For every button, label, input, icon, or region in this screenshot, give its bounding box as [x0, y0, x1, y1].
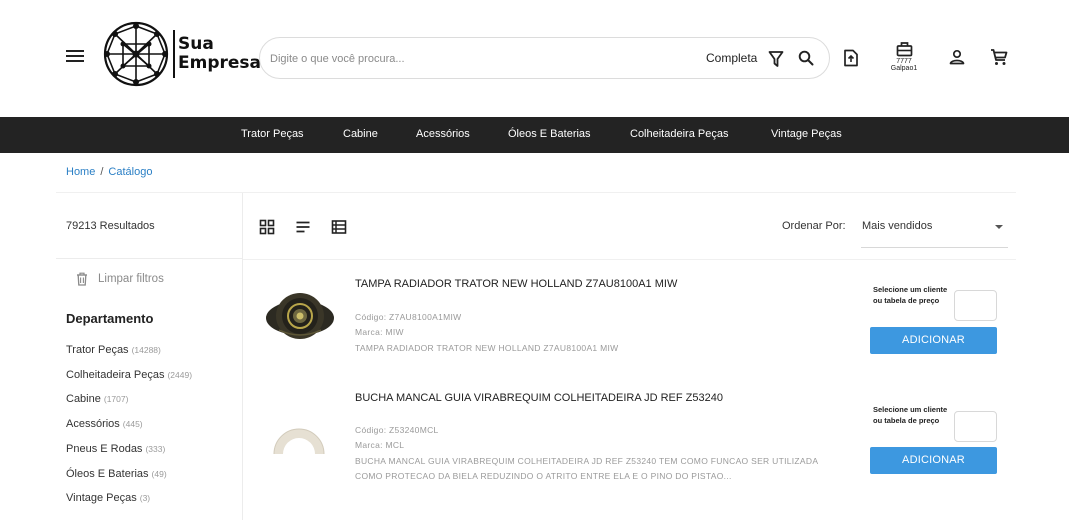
site-header: Sua Empresa Completa 7777 Galpao1: [0, 0, 1069, 117]
department-filter-item[interactable]: Vintage Peças (3): [66, 492, 150, 504]
department-count: (2449): [167, 370, 193, 380]
nav-item-oleos-baterias[interactable]: Óleos E Baterias: [508, 128, 591, 140]
product-description: BUCHA MANCAL GUIA VIRABREQUIM COLHEITADE…: [355, 456, 818, 481]
product-description: TAMPA RADIADOR TRATOR NEW HOLLAND Z7AU81…: [355, 343, 619, 353]
department-name: Vintage Peças: [66, 492, 137, 504]
nav-item-colheitadeira-pecas[interactable]: Colheitadeira Peças: [630, 128, 728, 140]
cart-icon[interactable]: [990, 48, 1008, 66]
department-count: (333): [145, 444, 166, 454]
chevron-down-icon: [995, 225, 1003, 229]
filter-icon[interactable]: [768, 50, 784, 68]
department-filter-item[interactable]: Cabine (1707): [66, 393, 128, 405]
clear-filters-label: Limpar filtros: [98, 273, 164, 285]
quantity-input[interactable]: [954, 290, 997, 321]
add-to-cart-button[interactable]: ADICIONAR: [870, 447, 997, 474]
breadcrumb-current[interactable]: Catálogo: [108, 166, 152, 178]
brand-line-1: Sua: [178, 34, 214, 54]
department-count: (1707): [103, 394, 129, 404]
menu-icon[interactable]: [66, 50, 84, 64]
department-count: (14288): [131, 345, 161, 355]
product-brand: Marca: MIW: [355, 327, 404, 337]
category-nav: Trator Peças Cabine Acessórios Óleos E B…: [0, 117, 1069, 153]
divider: [243, 259, 1016, 260]
results-count: 79213 Resultados: [66, 220, 155, 232]
sort-value: Mais vendidos: [862, 220, 933, 232]
department-filter-item[interactable]: Colheitadeira Peças (2449): [66, 369, 192, 381]
nav-item-cabine[interactable]: Cabine: [343, 128, 378, 140]
product-code: Código: Z7AU8100A1MIW: [355, 312, 462, 322]
store-label[interactable]: 7777 Galpao1: [880, 58, 928, 72]
department-filter-item[interactable]: Óleos E Baterias (49): [66, 468, 167, 480]
search-icon[interactable]: [798, 50, 814, 66]
nav-item-trator-pecas[interactable]: Trator Peças: [241, 128, 304, 140]
nav-item-vintage-pecas[interactable]: Vintage Peças: [771, 128, 842, 140]
department-title: Departamento: [66, 311, 154, 326]
department-name: Pneus E Rodas: [66, 443, 143, 455]
department-filter-item[interactable]: Acessórios (445): [66, 418, 143, 430]
search-input[interactable]: [270, 49, 650, 69]
department-name: Colheitadeira Peças: [66, 369, 165, 381]
user-icon[interactable]: [949, 49, 965, 65]
add-to-cart-button[interactable]: ADICIONAR: [870, 327, 997, 354]
price-note: Selecione um cliente ou tabela de preço: [873, 405, 948, 425]
trash-icon: [77, 272, 87, 286]
department-filter-item[interactable]: Trator Peças (14288): [66, 344, 161, 356]
department-count: (445): [122, 419, 143, 429]
sort-select[interactable]: Mais vendidos: [861, 210, 1008, 248]
divider: [56, 258, 242, 259]
logo-network-icon: [103, 21, 169, 87]
product-name[interactable]: TAMPA RADIADOR TRATOR NEW HOLLAND Z7AU81…: [355, 277, 775, 293]
clear-filters-button[interactable]: Limpar filtros: [76, 272, 164, 286]
store-name: Galpao1: [890, 65, 918, 72]
bushing-image[interactable]: [271, 424, 327, 454]
quote-document-icon[interactable]: [843, 49, 859, 67]
search-mode-label[interactable]: Completa: [706, 51, 757, 65]
department-name: Trator Peças: [66, 344, 129, 356]
breadcrumb-home[interactable]: Home: [66, 166, 95, 178]
store-code: 7777: [896, 58, 912, 65]
product-name[interactable]: BUCHA MANCAL GUIA VIRABREQUIM COLHEITADE…: [355, 391, 775, 407]
sort-label: Ordenar Por:: [782, 220, 846, 232]
column-divider: [242, 193, 243, 520]
department-count: (49): [151, 469, 167, 479]
brand-name: Sua Empresa: [178, 35, 261, 73]
search-bar: Completa: [259, 37, 830, 79]
radiator-cap-image[interactable]: [263, 290, 337, 346]
breadcrumb-separator: /: [100, 166, 104, 178]
product-brand: Marca: MCL: [355, 440, 405, 450]
brand-line-2: Empresa: [178, 53, 261, 73]
table-view-icon[interactable]: [331, 219, 347, 235]
department-name: Cabine: [66, 393, 101, 405]
divider: [56, 192, 1016, 193]
department-filter-item[interactable]: Pneus E Rodas (333): [66, 443, 165, 455]
department-name: Óleos E Baterias: [66, 468, 149, 480]
price-note: Selecione um cliente ou tabela de preço: [873, 285, 948, 305]
grid-view-icon[interactable]: [259, 219, 275, 235]
nav-item-acessorios[interactable]: Acessórios: [416, 128, 470, 140]
breadcrumb: Home / Catálogo: [66, 166, 152, 178]
department-name: Acessórios: [66, 418, 120, 430]
quantity-input[interactable]: [954, 411, 997, 442]
logo-divider: [173, 30, 175, 78]
brand-logo[interactable]: Sua Empresa: [101, 20, 261, 88]
department-count: (3): [139, 493, 151, 503]
store-icon[interactable]: [896, 41, 913, 57]
product-code: Código: Z53240MCL: [355, 425, 439, 435]
list-view-icon[interactable]: [295, 219, 311, 235]
